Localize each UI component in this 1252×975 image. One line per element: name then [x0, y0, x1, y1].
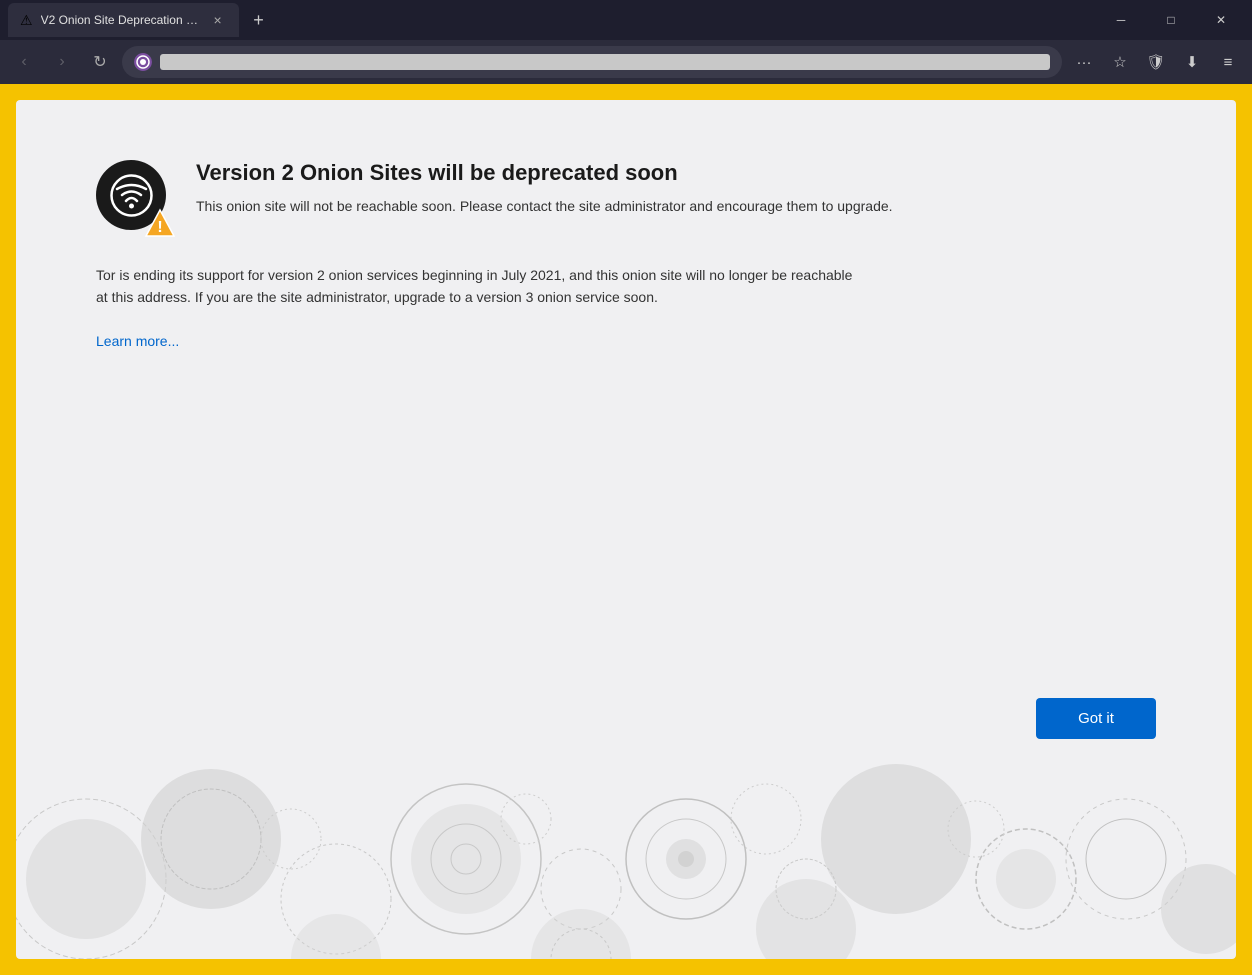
new-tab-button[interactable]: + [243, 4, 275, 36]
maximize-button[interactable]: □ [1148, 6, 1194, 34]
menu-button[interactable]: ≡ [1212, 46, 1244, 78]
shield-button[interactable]: 🛡 [1140, 46, 1172, 78]
got-it-button[interactable]: Got it [1036, 698, 1156, 739]
decoration-svg [16, 759, 1236, 959]
onion-icon-container: ! [96, 160, 176, 240]
title-bar: ⚠ V2 Onion Site Deprecation Wa... × + ─ … [0, 0, 1252, 40]
tab-warning-icon: ⚠ [20, 12, 33, 29]
page-subheading: This onion site will not be reachable so… [196, 196, 893, 217]
header-text: Version 2 Onion Sites will be deprecated… [196, 160, 893, 217]
content-main: ! Version 2 Onion Sites will be deprecat… [16, 100, 1236, 698]
tor-icon [134, 53, 152, 71]
detail-text: Tor is ending its support for version 2 … [96, 264, 856, 309]
yellow-border: ! Version 2 Onion Sites will be deprecat… [0, 84, 1252, 975]
address-text[interactable] [160, 54, 1050, 70]
back-button[interactable]: ‹ [8, 46, 40, 78]
tab-title: V2 Onion Site Deprecation Wa... [41, 13, 201, 27]
warning-header: ! Version 2 Onion Sites will be deprecat… [96, 160, 1156, 240]
window-controls: ─ □ ✕ [1098, 6, 1244, 34]
browser-tab[interactable]: ⚠ V2 Onion Site Deprecation Wa... × [8, 3, 239, 37]
svg-text:!: ! [157, 219, 162, 236]
reload-button[interactable]: ↻ [84, 46, 116, 78]
nav-bar: ‹ › ↻ ··· ☆ 🛡 ⬇ ≡ [0, 40, 1252, 84]
learn-more-link[interactable]: Learn more... [96, 333, 1156, 349]
close-button[interactable]: ✕ [1198, 6, 1244, 34]
decoration-area [16, 759, 1236, 959]
browser-window: ⚠ V2 Onion Site Deprecation Wa... × + ─ … [0, 0, 1252, 975]
download-button[interactable]: ⬇ [1176, 46, 1208, 78]
more-button[interactable]: ··· [1068, 46, 1100, 78]
minimize-button[interactable]: ─ [1098, 6, 1144, 34]
nav-actions: ··· ☆ 🛡 ⬇ ≡ [1068, 46, 1244, 78]
warning-triangle-icon: ! [144, 208, 176, 240]
page-content: ! Version 2 Onion Sites will be deprecat… [16, 100, 1236, 959]
address-bar[interactable] [122, 46, 1062, 78]
bookmark-button[interactable]: ☆ [1104, 46, 1136, 78]
forward-button[interactable]: › [46, 46, 78, 78]
tab-close-button[interactable]: × [209, 11, 227, 29]
page-heading: Version 2 Onion Sites will be deprecated… [196, 160, 893, 186]
got-it-container: Got it [16, 698, 1236, 759]
